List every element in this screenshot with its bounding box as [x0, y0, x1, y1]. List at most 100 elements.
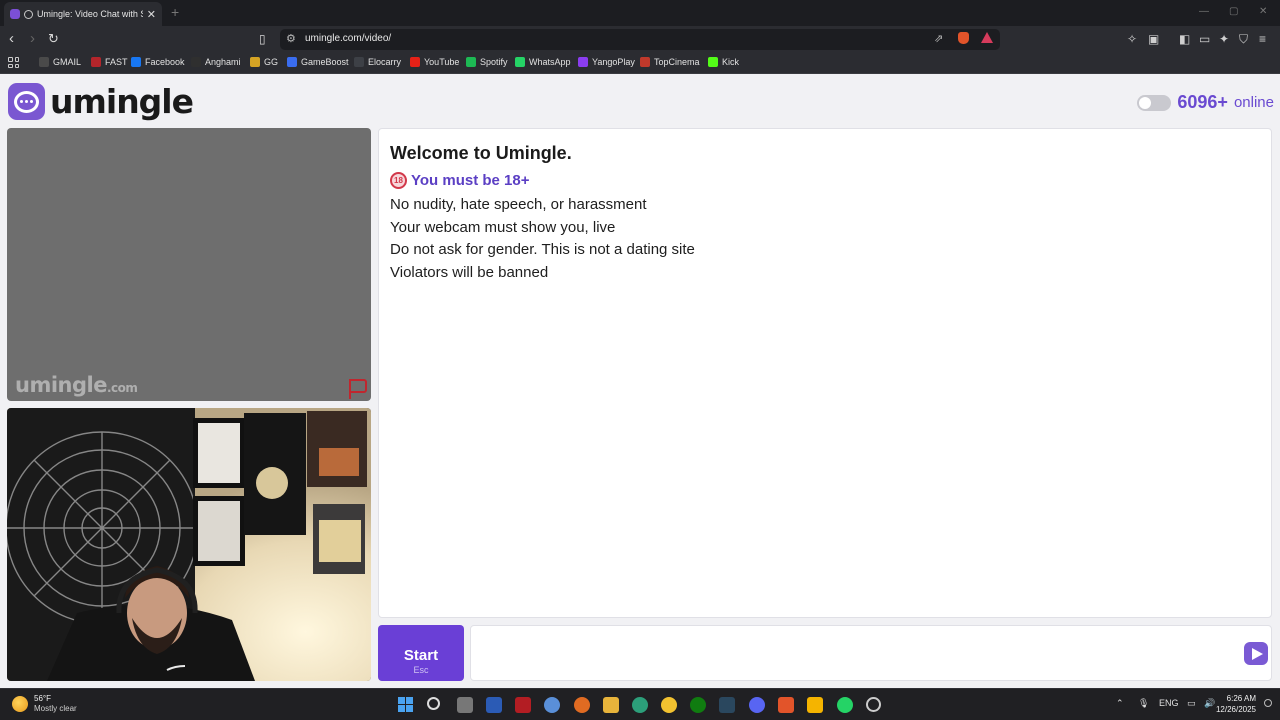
theme-toggle[interactable]: [1137, 94, 1172, 111]
weather-widget[interactable]: 56°F Mostly clear: [12, 694, 77, 714]
window-close-icon[interactable]: ✕: [1259, 6, 1267, 17]
bookmark-favicon-icon: [354, 57, 364, 67]
xbox-icon[interactable]: [690, 697, 706, 713]
tab-close-icon[interactable]: ✕: [147, 8, 156, 21]
forward-icon[interactable]: ›: [30, 30, 35, 48]
browser-tabbar: Umingle: Video Chat with Str... ✕ + — ▢ …: [0, 0, 1280, 26]
whatsapp-icon[interactable]: [837, 697, 853, 713]
network-icon[interactable]: ▭: [1187, 698, 1196, 709]
wallet-icon[interactable]: ▭: [1199, 32, 1210, 46]
windows-start-icon[interactable]: [398, 697, 413, 712]
netflix-icon[interactable]: [515, 697, 531, 713]
page-content: umingle 6096+ online umingle.com Welcome…: [0, 74, 1280, 688]
bookmark-label: YouTube: [424, 57, 460, 67]
bookmark-item[interactable]: Kick: [708, 57, 739, 67]
bookmark-icon[interactable]: ▯: [259, 30, 266, 48]
back-icon[interactable]: ‹: [9, 30, 14, 48]
apps-grid-icon[interactable]: [8, 57, 19, 68]
app-icon[interactable]: [544, 697, 560, 713]
app-icon[interactable]: [866, 697, 881, 712]
message-input[interactable]: [470, 625, 1272, 681]
bookmark-favicon-icon: [287, 57, 297, 67]
bookmark-label: WhatsApp: [529, 57, 571, 67]
chat-panel: Welcome to Umingle. 18 You must be 18+ N…: [378, 128, 1272, 618]
webcam-feed: [7, 408, 371, 681]
volume-icon[interactable]: 🔊: [1204, 698, 1215, 709]
search-icon[interactable]: [427, 697, 440, 710]
new-tab-button[interactable]: +: [171, 4, 179, 20]
bookmark-label: YangoPlay: [592, 57, 635, 67]
language-indicator[interactable]: ENG: [1159, 698, 1179, 708]
bookmark-item[interactable]: GameBoost: [287, 57, 349, 67]
system-clock[interactable]: 6:26 AM 12/26/2025: [1216, 693, 1256, 715]
chrome-icon[interactable]: [661, 697, 677, 713]
discord-icon[interactable]: [749, 697, 765, 713]
age-rule-text: You must be 18+: [411, 172, 530, 189]
brave-icon[interactable]: [778, 697, 794, 713]
menu-icon[interactable]: ≡: [1259, 32, 1266, 46]
bookmark-item[interactable]: Anghami: [191, 57, 241, 67]
bookmark-item[interactable]: Spotify: [466, 57, 508, 67]
bookmark-favicon-icon: [708, 57, 718, 67]
steam-icon[interactable]: [719, 697, 735, 713]
maximize-icon[interactable]: ▢: [1229, 6, 1238, 17]
app-icon[interactable]: [632, 697, 648, 713]
app-icon[interactable]: [574, 697, 590, 713]
minimize-icon[interactable]: —: [1199, 6, 1209, 17]
clock-date: 12/26/2025: [1215, 705, 1256, 714]
bookmark-item[interactable]: GG: [250, 57, 278, 67]
start-shortcut-hint: Esc: [413, 664, 429, 675]
bookmark-favicon-icon: [250, 57, 260, 67]
task-view-icon[interactable]: [457, 697, 473, 713]
file-explorer-icon[interactable]: [603, 697, 619, 713]
rule-line: Your webcam must show you, live: [390, 218, 616, 236]
send-button[interactable]: [1244, 642, 1268, 665]
vpn-icon[interactable]: ⛉: [1239, 32, 1248, 47]
start-button[interactable]: Start Esc: [378, 625, 464, 681]
microphone-icon[interactable]: 🎙: [1138, 698, 1149, 709]
bookmark-label: TopCinema: [654, 57, 700, 67]
online-count: 6096+: [1177, 92, 1228, 112]
bookmark-favicon-icon: [515, 57, 525, 67]
bookmark-favicon-icon: [131, 57, 141, 67]
leo-ai-icon[interactable]: ✦: [1219, 32, 1229, 46]
rule-line: No nudity, hate speech, or harassment: [390, 196, 647, 213]
bookmark-item[interactable]: Elocarry: [354, 57, 401, 67]
screenshot-icon[interactable]: ▣: [1148, 32, 1159, 46]
bookmark-favicon-icon: [39, 57, 49, 67]
bookmark-item[interactable]: YangoPlay: [578, 57, 635, 67]
tray-chevron-icon[interactable]: ⌃: [1116, 698, 1124, 709]
umingle-favicon-icon: [10, 9, 20, 19]
weather-moon-icon: [12, 696, 28, 712]
browser-toolbar: ‹ › ↻ ▯ ⚙ umingle.com/video/ ⇗ ✧ ▣ ◧ ▭ ✦…: [0, 26, 1280, 53]
bookmark-item[interactable]: FAST: [91, 57, 128, 67]
bookmark-item[interactable]: TopCinema: [640, 57, 700, 67]
bookmarks-bar: GMAIL FAST Facebook Anghami GG GameBoost Eloca…: [0, 53, 1280, 74]
rule-line: Violators will be banned: [390, 264, 549, 282]
age-requirement: 18 You must be 18+: [390, 172, 1260, 189]
site-logo[interactable]: umingle: [8, 82, 194, 121]
brave-shields-icon[interactable]: [958, 32, 969, 44]
report-flag-icon[interactable]: [349, 379, 367, 399]
word-icon[interactable]: [486, 697, 502, 713]
bookmark-item[interactable]: Facebook: [131, 57, 185, 67]
notification-icon[interactable]: [1264, 699, 1272, 707]
bookmark-label: Elocarry: [368, 57, 402, 67]
online-indicator: 6096+ online: [1137, 92, 1274, 113]
reload-icon[interactable]: ↻: [48, 30, 59, 48]
share-icon[interactable]: ⇗: [934, 32, 943, 45]
site-settings-icon[interactable]: ⚙: [286, 32, 296, 45]
bookmark-label: GameBoost: [301, 57, 349, 67]
weather-description: Mostly clear: [34, 704, 77, 713]
address-bar[interactable]: ⚙ umingle.com/video/ ⇗: [280, 29, 1000, 50]
app-icon[interactable]: [807, 697, 823, 713]
sidebar-icon[interactable]: ◧: [1179, 32, 1190, 46]
bookmark-item[interactable]: YouTube: [410, 57, 459, 67]
extensions-icon[interactable]: ✧: [1127, 32, 1137, 46]
brave-rewards-icon[interactable]: [981, 32, 993, 43]
weather-temperature: 56°F: [34, 694, 51, 703]
bookmark-item[interactable]: WhatsApp: [515, 57, 571, 67]
tab-audio-icon[interactable]: [24, 9, 33, 19]
browser-tab-active[interactable]: Umingle: Video Chat with Str... ✕: [4, 2, 162, 26]
bookmark-item[interactable]: GMAIL: [39, 57, 81, 67]
